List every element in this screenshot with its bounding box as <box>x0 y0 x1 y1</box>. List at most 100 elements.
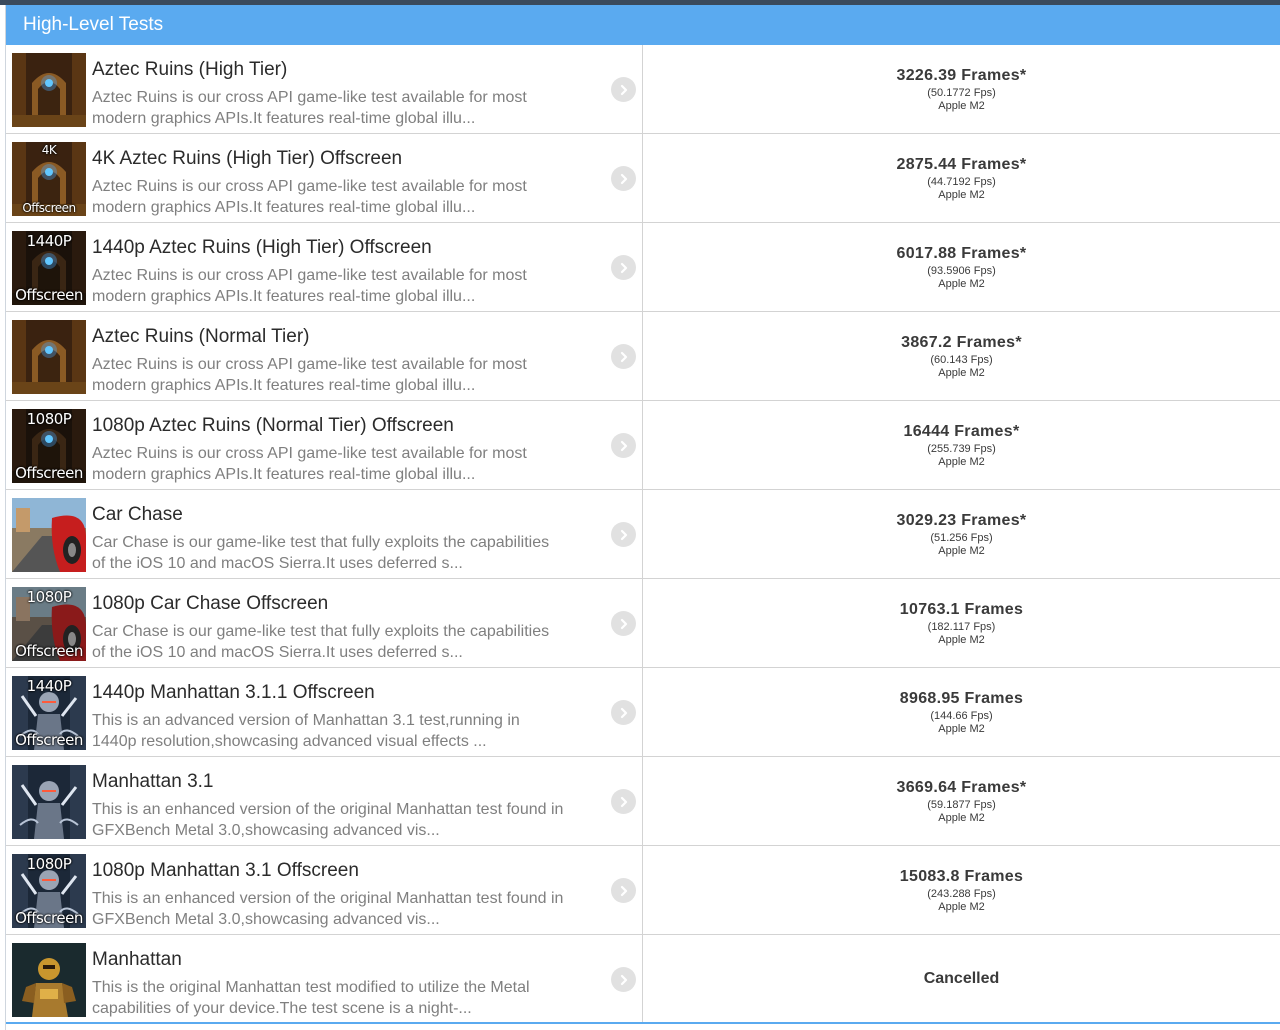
thumbnail-resolution-label: 1440P <box>26 677 72 695</box>
chevron-right-icon[interactable] <box>611 433 636 458</box>
chevron-right-icon[interactable] <box>611 878 636 903</box>
test-row[interactable]: 1080P Offscreen 1080p Aztec Ruins (Norma… <box>6 401 1280 490</box>
test-description: Car Chase is our game-like test that ful… <box>92 622 612 663</box>
test-description: This is an enhanced version of the origi… <box>92 800 612 841</box>
result-score: 3226.39 Frames* <box>896 66 1027 84</box>
test-info-cell[interactable]: Car Chase Car Chase is our game-like tes… <box>6 490 643 578</box>
test-row[interactable]: Manhattan This is the original Manhattan… <box>6 935 1280 1024</box>
test-info-cell[interactable]: 1440P Offscreen 1440p Aztec Ruins (High … <box>6 223 643 311</box>
test-info-cell[interactable]: Aztec Ruins (High Tier) Aztec Ruins is o… <box>6 45 643 133</box>
test-title: 1440p Manhattan 3.1.1 Offscreen <box>92 682 375 703</box>
test-description-line-2: modern graphics APIs.It features real-ti… <box>92 198 476 216</box>
test-result-cell: 16444 Frames* (255.739 Fps) Apple M2 <box>643 401 1280 489</box>
test-description-line-1: Aztec Ruins is our cross API game-like t… <box>92 178 527 195</box>
test-title: 1080p Manhattan 3.1 Offscreen <box>92 860 359 881</box>
thumbnail-resolution-label: 1080P <box>26 855 72 873</box>
test-row[interactable]: Car Chase Car Chase is our game-like tes… <box>6 490 1280 579</box>
panel-header: High-Level Tests <box>6 5 1280 45</box>
test-title: Manhattan 3.1 <box>92 771 214 792</box>
result-fps: (182.117 Fps) <box>927 620 996 633</box>
test-result-cell: Cancelled <box>643 935 1280 1022</box>
chevron-right-icon[interactable] <box>611 255 636 280</box>
result-device: Apple M2 <box>938 277 985 290</box>
test-description-line-1: This is an enhanced version of the origi… <box>92 801 564 818</box>
test-thumbnail: 1440P Offscreen <box>12 231 86 305</box>
test-info-cell[interactable]: Aztec Ruins (Normal Tier) Aztec Ruins is… <box>6 312 643 400</box>
test-row[interactable]: Aztec Ruins (Normal Tier) Aztec Ruins is… <box>6 312 1280 401</box>
result-fps: (144.66 Fps) <box>930 709 993 722</box>
thumbnail-offscreen-label: Offscreen <box>15 909 83 927</box>
chevron-right-icon[interactable] <box>611 967 636 992</box>
test-description-line-2: 1440p resolution,showcasing advanced vis… <box>92 732 487 750</box>
test-description-line-2: GFXBench Metal 3.0,showcasing advanced v… <box>92 821 440 839</box>
test-thumbnail <box>12 943 86 1017</box>
test-info-cell[interactable]: Manhattan This is the original Manhattan… <box>6 935 643 1022</box>
chevron-right-icon[interactable] <box>611 789 636 814</box>
test-description-line-1: This is an enhanced version of the origi… <box>92 890 564 907</box>
test-row[interactable]: Aztec Ruins (High Tier) Aztec Ruins is o… <box>6 45 1280 134</box>
thumbnail-resolution-label: 1080P <box>26 588 72 606</box>
result-fps: (255.739 Fps) <box>927 442 996 455</box>
chevron-right-icon[interactable] <box>611 611 636 636</box>
test-title: 1440p Aztec Ruins (High Tier) Offscreen <box>92 237 432 258</box>
result-score: 8968.95 Frames <box>899 689 1024 707</box>
result-device: Apple M2 <box>938 544 985 557</box>
test-row[interactable]: 1080P Offscreen 1080p Manhattan 3.1 Offs… <box>6 846 1280 935</box>
test-thumbnail <box>12 498 86 572</box>
test-row[interactable]: Manhattan 3.1 This is an enhanced versio… <box>6 757 1280 846</box>
result-fps: (243.288 Fps) <box>927 887 996 900</box>
high-level-tests-panel: High-Level Tests Aztec Ruins (High Tier)… <box>5 5 1280 1030</box>
test-info-cell[interactable]: 1440P Offscreen 1440p Manhattan 3.1.1 Of… <box>6 668 643 756</box>
chevron-right-icon[interactable] <box>611 700 636 725</box>
result-device: Apple M2 <box>938 455 985 468</box>
chevron-right-icon[interactable] <box>611 77 636 102</box>
test-info-cell[interactable]: 4K Offscreen 4K Aztec Ruins (High Tier) … <box>6 134 643 222</box>
test-thumbnail: 1080P Offscreen <box>12 409 86 483</box>
test-description-line-1: This is an advanced version of Manhattan… <box>92 712 520 729</box>
thumbnail-offscreen-label: Offscreen <box>15 464 83 482</box>
panel-title: High-Level Tests <box>23 14 164 35</box>
test-description-line-2: of the iOS 10 and macOS Sierra.It uses d… <box>92 643 463 661</box>
thumbnail-offscreen-label: Offscreen <box>22 201 76 215</box>
test-info-cell[interactable]: 1080P Offscreen 1080p Aztec Ruins (Norma… <box>6 401 643 489</box>
test-title: Manhattan <box>92 949 182 970</box>
test-thumbnail <box>12 320 86 394</box>
test-row[interactable]: 4K Offscreen 4K Aztec Ruins (High Tier) … <box>6 134 1280 223</box>
thumbnail-offscreen-label: Offscreen <box>15 286 83 304</box>
test-description-line-2: GFXBench Metal 3.0,showcasing advanced v… <box>92 910 440 928</box>
result-fps: (59.1877 Fps) <box>927 798 996 811</box>
chevron-right-icon[interactable] <box>611 166 636 191</box>
test-result-cell: 3867.2 Frames* (60.143 Fps) Apple M2 <box>643 312 1280 400</box>
result-device: Apple M2 <box>938 366 985 379</box>
result-score: 10763.1 Frames <box>899 600 1024 618</box>
chevron-right-icon[interactable] <box>611 344 636 369</box>
test-row[interactable]: 1080P Offscreen 1080p Car Chase Offscree… <box>6 579 1280 668</box>
test-thumbnail <box>12 53 86 127</box>
test-row[interactable]: 1440P Offscreen 1440p Aztec Ruins (High … <box>6 223 1280 312</box>
result-device: Apple M2 <box>938 811 985 824</box>
result-fps: (93.5906 Fps) <box>927 264 996 277</box>
result-device: Apple M2 <box>938 99 985 112</box>
result-score: 15083.8 Frames <box>899 867 1024 885</box>
test-info-cell[interactable]: Manhattan 3.1 This is an enhanced versio… <box>6 757 643 845</box>
test-result-cell: 8968.95 Frames (144.66 Fps) Apple M2 <box>643 668 1280 756</box>
test-title: Car Chase <box>92 504 183 525</box>
result-score: 3867.2 Frames* <box>901 333 1022 351</box>
test-info-cell[interactable]: 1080P Offscreen 1080p Car Chase Offscree… <box>6 579 643 667</box>
test-info-cell[interactable]: 1080P Offscreen 1080p Manhattan 3.1 Offs… <box>6 846 643 934</box>
test-result-cell: 3669.64 Frames* (59.1877 Fps) Apple M2 <box>643 757 1280 845</box>
result-fps: (50.1772 Fps) <box>927 86 996 99</box>
test-description-line-1: This is the original Manhattan test modi… <box>92 979 530 996</box>
result-device: Apple M2 <box>938 722 985 735</box>
chevron-right-icon[interactable] <box>611 522 636 547</box>
test-row[interactable]: 1440P Offscreen 1440p Manhattan 3.1.1 Of… <box>6 668 1280 757</box>
test-result-cell: 6017.88 Frames* (93.5906 Fps) Apple M2 <box>643 223 1280 311</box>
test-result-cell: 15083.8 Frames (243.288 Fps) Apple M2 <box>643 846 1280 934</box>
test-title: 4K Aztec Ruins (High Tier) Offscreen <box>92 148 403 169</box>
test-description-line-1: Aztec Ruins is our cross API game-like t… <box>92 267 527 284</box>
test-description: Aztec Ruins is our cross API game-like t… <box>92 444 612 485</box>
test-result-cell: 3226.39 Frames* (50.1772 Fps) Apple M2 <box>643 45 1280 133</box>
test-result-cell: 2875.44 Frames* (44.7192 Fps) Apple M2 <box>643 134 1280 222</box>
test-description: This is an enhanced version of the origi… <box>92 889 612 930</box>
test-description: Aztec Ruins is our cross API game-like t… <box>92 88 612 129</box>
